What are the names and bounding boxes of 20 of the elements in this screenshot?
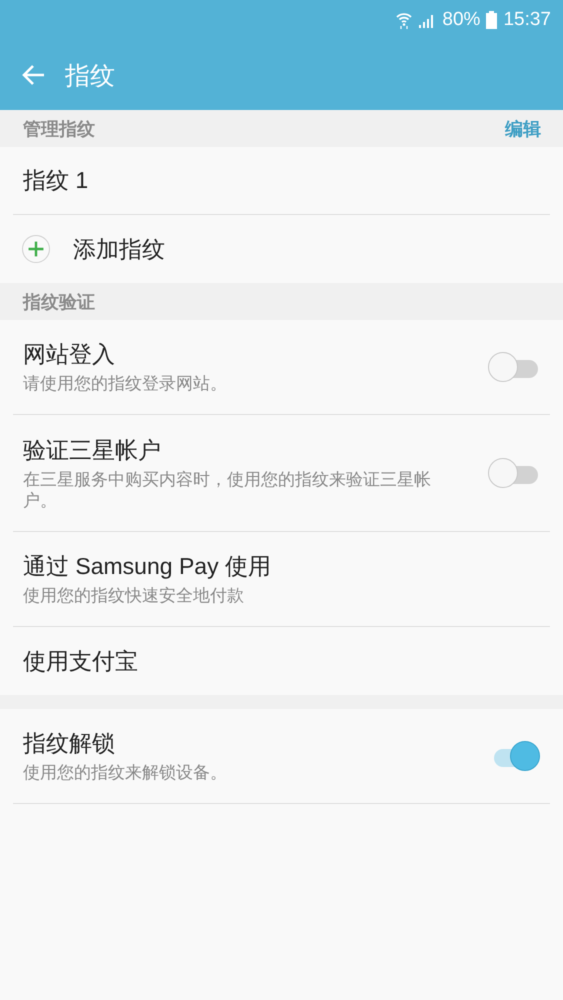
section-header: 指纹验证 <box>23 290 95 314</box>
battery-percentage: 80% <box>442 9 480 31</box>
setting-title[interactable]: 使用支付宝 <box>23 646 540 676</box>
setting-description: 请使用您的指纹登录网站。 <box>23 373 228 395</box>
setting-title[interactable]: 网站登入 <box>23 339 488 370</box>
wifi-icon <box>396 11 412 29</box>
setting-title[interactable]: 指纹解锁 <box>23 728 488 760</box>
setting-title[interactable]: 通过 Samsung Pay 使用 <box>23 551 540 582</box>
section-header: 管理指纹 <box>23 118 95 140</box>
setting-title[interactable]: 添加指纹 <box>73 234 550 264</box>
battery-icon <box>486 11 498 29</box>
setting-title[interactable]: 指纹 1 <box>23 165 540 196</box>
clock-time: 15:37 <box>503 9 551 31</box>
back-button[interactable] <box>21 64 45 86</box>
setting-description: 使用您的指纹来解锁设备。 <box>23 762 228 784</box>
add-icon[interactable] <box>22 235 50 263</box>
setting-description: 在三星服务中购买内容时，使用您的指纹来验证三星帐户。 <box>23 468 432 512</box>
screen-title: 指纹 <box>65 60 115 92</box>
setting-description: 使用您的指纹快速安全地付款 <box>23 585 245 607</box>
setting-title[interactable]: 验证三星帐户 <box>23 434 488 466</box>
